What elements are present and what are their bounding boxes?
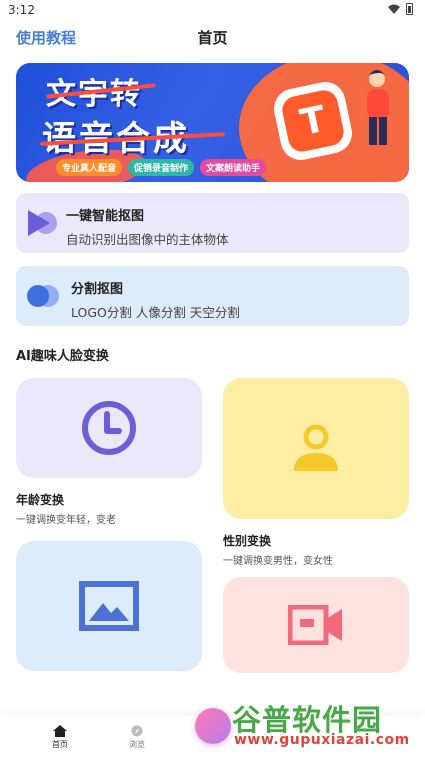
person-icon [294, 424, 338, 471]
play-triangle-icon [28, 210, 57, 236]
nav-label: 首页 [52, 740, 68, 749]
banner-tags: 专业真人配音 促销录音制作 文案朗读助手 [56, 159, 267, 176]
overlap-circles-icon [27, 285, 59, 307]
promo-banner[interactable]: 文字转 语音合成 T 专业真人配音 促销录音制作 文案朗读助手 [16, 63, 409, 182]
banner-tag: 文案朗读助手 [200, 159, 267, 176]
feature-title: 一键智能抠图 [66, 209, 145, 224]
clock-icon [82, 401, 136, 455]
tile-title: 年龄变换 [16, 493, 65, 507]
video-tile[interactable] [223, 577, 409, 673]
tutorial-link[interactable]: 使用教程 [16, 27, 76, 48]
tile-title: 性别变换 [223, 534, 272, 548]
section-title: AI趣味人脸变换 [16, 349, 109, 364]
nav-label: 浏览 [129, 740, 145, 749]
smart-cutout-card[interactable]: 一键智能抠图 自动识别出图像中的主体物体 [16, 193, 409, 253]
banner-tag: 促销录音制作 [128, 159, 195, 176]
watermark-url: www.gupuxiazai.com [234, 732, 410, 748]
feature-title: 分割抠图 [71, 282, 124, 297]
banner-tag: 专业真人配音 [56, 159, 123, 176]
nav-item-browse[interactable]: 浏览 [117, 725, 157, 750]
segmentation-card[interactable]: 分割抠图 LOGO分割 人像分割 天空分割 [16, 266, 409, 326]
nav-item-home[interactable]: 首页 [40, 725, 80, 750]
age-transform-tile[interactable] [16, 378, 202, 478]
video-camera-icon [288, 605, 342, 645]
status-bar: 3:12 [0, 0, 425, 20]
tile-subtitle: 一键调换变年轻，变老 [16, 515, 116, 526]
battery-icon [406, 3, 413, 15]
feature-description: LOGO分割 人像分割 天空分割 [71, 305, 240, 320]
wifi-icon [388, 4, 400, 14]
top-bar: 首页 使用教程 [0, 22, 425, 52]
logo-letter: T [279, 87, 347, 155]
gender-transform-tile[interactable] [223, 378, 409, 519]
status-icons [388, 3, 413, 15]
watermark-overlay: 谷普软件园 www.gupuxiazai.com [232, 697, 422, 755]
image-icon [79, 581, 139, 631]
status-time: 3:12 [8, 3, 35, 17]
home-icon [53, 725, 67, 737]
feature-description: 自动识别出图像中的主体物体 [66, 232, 229, 247]
create-button[interactable] [195, 708, 231, 744]
person-illustration-icon [367, 70, 389, 145]
photo-tile[interactable] [16, 541, 202, 671]
tile-subtitle: 一键调换变男性，变女性 [223, 556, 333, 567]
compass-icon [131, 725, 143, 737]
